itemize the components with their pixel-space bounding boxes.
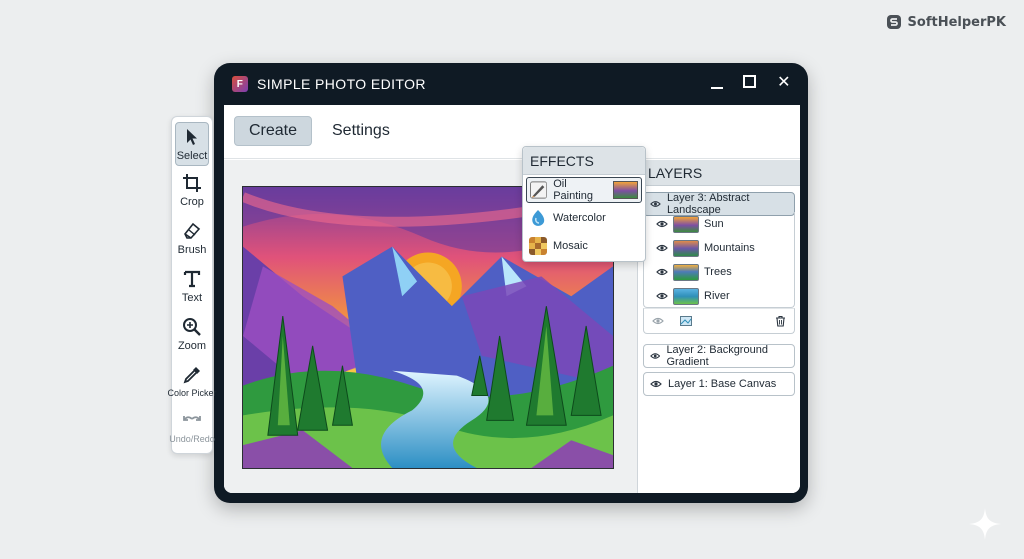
effect-watercolor[interactable]: Watercolor xyxy=(526,205,642,231)
layer-1-label: Layer 1: Base Canvas xyxy=(668,378,777,390)
eye-icon[interactable] xyxy=(656,220,668,228)
cursor-arrow-icon xyxy=(187,129,197,145)
tool-label: Text xyxy=(181,292,203,304)
visibility-toggle-icon[interactable] xyxy=(652,317,664,325)
sublayer-mountains[interactable]: Mountains xyxy=(644,236,794,260)
effects-popup: EFFECTS Oil Painting Watercolor Mosaic xyxy=(522,146,646,262)
sublayer-label: Sun xyxy=(704,218,724,230)
effect-label: Oil Painting xyxy=(553,178,593,202)
tool-label: Undo/Redo xyxy=(169,434,215,444)
eye-icon[interactable] xyxy=(656,268,668,276)
tool-palette: Select Crop Brush Text Zoom Color Picker… xyxy=(168,116,217,454)
title-bar: F SIMPLE PHOTO EDITOR ✕ xyxy=(214,63,808,105)
minimize-icon[interactable] xyxy=(711,79,723,89)
new-layer-icon[interactable] xyxy=(680,316,692,326)
tool-crop[interactable]: Crop xyxy=(175,173,209,208)
trash-icon[interactable] xyxy=(775,315,786,327)
river-thumbnail xyxy=(673,287,699,305)
maximize-icon[interactable] xyxy=(743,75,756,88)
mountains-thumbnail xyxy=(673,239,699,257)
sublayer-river[interactable]: River xyxy=(644,284,794,308)
tool-undo-redo[interactable]: Undo/Redo xyxy=(169,411,215,444)
brand-name: SoftHelperPK xyxy=(907,14,1006,30)
tool-label: Zoom xyxy=(177,340,207,352)
effect-mosaic[interactable]: Mosaic xyxy=(526,233,642,259)
close-icon[interactable]: ✕ xyxy=(776,75,792,91)
menu-settings-button[interactable]: Settings xyxy=(318,116,404,146)
effect-label: Watercolor xyxy=(553,212,606,224)
eye-icon[interactable] xyxy=(656,292,668,300)
layer-3-sublayers: Sun Mountains Trees River xyxy=(643,212,795,308)
paintbrush-icon xyxy=(530,181,548,199)
tool-label: Brush xyxy=(177,244,207,256)
tool-brush[interactable]: Brush xyxy=(175,221,209,256)
layers-panel-title: LAYERS xyxy=(638,160,800,186)
sparkle-icon xyxy=(969,508,1001,540)
menu-bar: Create Settings xyxy=(224,105,800,159)
app-icon: F xyxy=(232,76,248,92)
eye-icon[interactable] xyxy=(650,352,661,360)
layer-group-toolbar xyxy=(643,308,795,334)
tool-select[interactable]: Select xyxy=(175,122,209,166)
app-screen: Create Settings LAYERS Layer 3: Abstract… xyxy=(224,105,800,493)
layer-2-label: Layer 2: Background Gradient xyxy=(666,344,768,368)
window-title: SIMPLE PHOTO EDITOR xyxy=(257,76,426,92)
trees-thumbnail xyxy=(673,263,699,281)
text-icon xyxy=(183,270,201,288)
effect-oil-painting[interactable]: Oil Painting xyxy=(526,177,642,203)
brand-s-icon xyxy=(886,15,901,29)
layer-1-row[interactable]: Layer 1: Base Canvas xyxy=(643,372,795,396)
sublayer-sun[interactable]: Sun xyxy=(644,212,794,236)
layer-2-row[interactable]: Layer 2: Background Gradient xyxy=(643,344,795,368)
effect-label: Mosaic xyxy=(553,240,588,252)
eye-icon[interactable] xyxy=(650,200,661,208)
eraser-brush-icon xyxy=(184,222,201,239)
menu-create-button[interactable]: Create xyxy=(234,116,313,146)
mosaic-icon xyxy=(529,237,547,255)
crop-icon xyxy=(183,174,201,192)
editor-window: F SIMPLE PHOTO EDITOR ✕ Create Settings xyxy=(214,63,808,503)
watercolor-icon xyxy=(532,210,545,226)
tool-label: Crop xyxy=(180,196,204,208)
tool-label: Select xyxy=(176,150,208,162)
tool-text[interactable]: Text xyxy=(175,269,209,304)
sublayer-trees[interactable]: Trees xyxy=(644,260,794,284)
eye-icon[interactable] xyxy=(656,244,668,252)
eye-icon[interactable] xyxy=(650,380,662,388)
oil-painting-preview xyxy=(613,181,638,199)
sublayer-label: Mountains xyxy=(704,242,755,254)
sublayer-label: River xyxy=(704,290,730,302)
sublayer-label: Trees xyxy=(704,266,732,278)
tool-label: Color Picker xyxy=(167,388,217,398)
zoom-icon xyxy=(183,318,201,336)
brand-logo: SoftHelperPK xyxy=(886,14,1006,30)
effects-title: EFFECTS xyxy=(523,147,645,175)
window-controls: ✕ xyxy=(711,75,792,91)
sun-thumbnail xyxy=(673,215,699,233)
tool-color-picker[interactable]: Color Picker xyxy=(168,365,217,398)
tool-zoom[interactable]: Zoom xyxy=(175,317,209,352)
undo-redo-icon xyxy=(183,416,201,421)
eyedropper-icon xyxy=(183,367,200,384)
layers-panel: LAYERS Layer 3: Abstract Landscape Sun M… xyxy=(637,160,800,493)
